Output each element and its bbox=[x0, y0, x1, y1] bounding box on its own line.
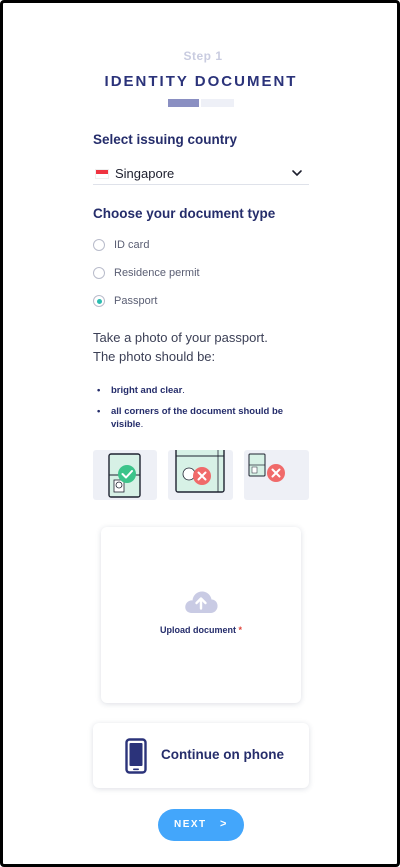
cropped-example bbox=[168, 450, 233, 500]
upload-document-card[interactable]: Upload document * bbox=[101, 527, 301, 703]
radio-passport[interactable]: Passport bbox=[93, 295, 157, 307]
requirements-list-2: all corners of the document should be vi… bbox=[97, 405, 317, 431]
requirements-list: bright and clear. bbox=[97, 384, 317, 397]
cloud-upload-icon bbox=[185, 591, 218, 613]
radio-residence-permit[interactable]: Residence permit bbox=[93, 267, 200, 279]
radio-id-card[interactable]: ID card bbox=[93, 239, 149, 251]
correct-example bbox=[93, 450, 157, 500]
radio-button-checked[interactable] bbox=[93, 295, 105, 307]
country-select[interactable]: Singapore bbox=[93, 163, 309, 185]
requirement-item: bright and clear. bbox=[97, 384, 317, 397]
radio-label: Passport bbox=[114, 295, 158, 307]
radio-label: Residence permit bbox=[114, 267, 200, 279]
instructions-line-1: Take a photo of your passport. bbox=[93, 330, 268, 345]
instructions-text: Take a photo of your passport. The photo… bbox=[93, 328, 323, 366]
radio-label: ID card bbox=[114, 239, 150, 251]
phone-icon bbox=[125, 738, 147, 774]
x-icon bbox=[193, 467, 211, 485]
singapore-flag-icon bbox=[95, 168, 109, 179]
requirement-item: all corners of the document should be vi… bbox=[97, 405, 317, 431]
app-frame: Step 1 IDENTITY DOCUMENT Select issuing … bbox=[0, 0, 400, 867]
progress-fill bbox=[168, 99, 201, 107]
progress-bar bbox=[168, 99, 234, 107]
upload-label: Upload document * bbox=[159, 625, 243, 635]
next-button[interactable]: NEXT > bbox=[158, 809, 244, 841]
too-small-example bbox=[244, 450, 309, 500]
radio-button[interactable] bbox=[93, 267, 105, 279]
doc-type-heading: Choose your document type bbox=[93, 206, 276, 221]
country-value: Singapore bbox=[115, 166, 175, 181]
radio-button[interactable] bbox=[93, 239, 105, 251]
chevron-down-icon bbox=[292, 170, 302, 177]
continue-on-phone-label: Continue on phone bbox=[161, 747, 284, 762]
continue-on-phone-button[interactable]: Continue on phone bbox=[93, 723, 309, 788]
required-mark: * bbox=[238, 625, 243, 635]
passport-too-small-illustration bbox=[248, 453, 285, 482]
instructions-line-2: The photo should be: bbox=[93, 349, 216, 364]
x-icon bbox=[267, 464, 285, 482]
check-icon bbox=[118, 465, 136, 483]
next-arrow-icon: > bbox=[220, 818, 227, 830]
passport-cropped-illustration bbox=[175, 450, 225, 493]
next-label: NEXT bbox=[174, 819, 207, 830]
country-heading: Select issuing country bbox=[93, 132, 238, 147]
passport-correct-illustration bbox=[108, 453, 141, 498]
step-indicator: Step 1 bbox=[183, 49, 223, 63]
page-title: IDENTITY DOCUMENT bbox=[104, 73, 298, 90]
